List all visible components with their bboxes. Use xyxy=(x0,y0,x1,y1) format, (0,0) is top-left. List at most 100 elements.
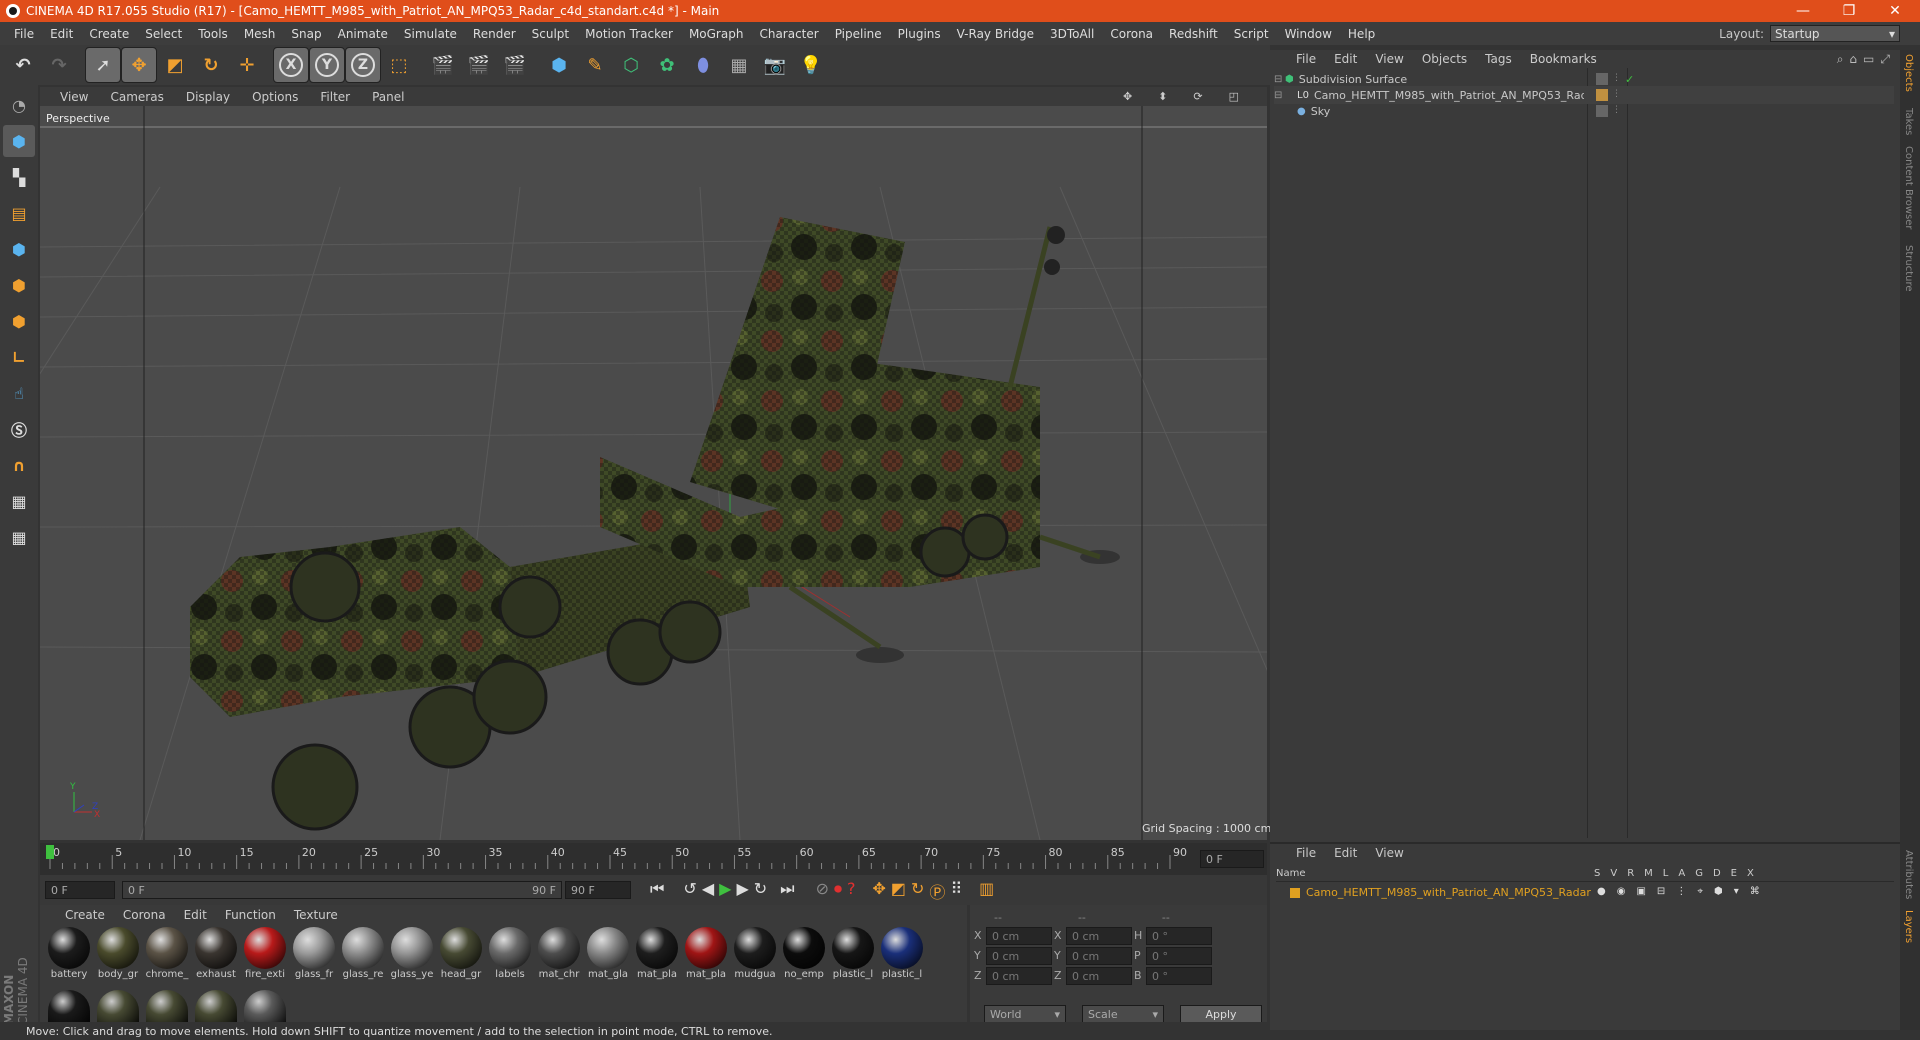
viewport-menu-cameras[interactable]: Cameras xyxy=(110,90,163,104)
manager-icon[interactable]: ⊟ xyxy=(1657,886,1665,897)
expand-toggle-icon[interactable]: ⊟ xyxy=(1274,90,1292,101)
frame-range-slider[interactable]: 0 F 90 F xyxy=(122,881,562,899)
rotate-tool-icon[interactable]: ↻ xyxy=(194,48,228,82)
end-frame-field[interactable]: 90 F xyxy=(565,881,631,899)
material-swatch[interactable]: body_gr xyxy=(95,927,141,980)
solo-mode-icon[interactable]: Ⓢ xyxy=(3,413,35,445)
dolly-view-icon[interactable]: ⬍ xyxy=(1158,90,1167,103)
object-menu-file[interactable]: File xyxy=(1296,52,1316,66)
key-position-icon[interactable]: ✥ xyxy=(872,879,885,903)
material-swatch[interactable]: mat_pla xyxy=(634,927,680,980)
viewport[interactable]: Y Z X xyxy=(40,87,1267,840)
coord-value-field[interactable]: 0 cm xyxy=(986,967,1052,985)
menu-sculpt[interactable]: Sculpt xyxy=(524,27,577,41)
x-axis-lock-icon[interactable]: X xyxy=(273,47,309,83)
object-menu-bookmarks[interactable]: Bookmarks xyxy=(1530,52,1597,66)
redo-icon[interactable]: ↷ xyxy=(42,48,76,82)
cloner-icon[interactable]: ✿ xyxy=(650,48,684,82)
material-menu-edit[interactable]: Edit xyxy=(184,908,207,922)
menu-mograph[interactable]: MoGraph xyxy=(681,27,752,41)
menu-select[interactable]: Select xyxy=(137,27,190,41)
locked-workplane-icon[interactable]: ▦ xyxy=(3,521,35,553)
tab-layers[interactable]: Layers xyxy=(1903,910,1914,943)
current-frame-field[interactable]: 0 F xyxy=(1200,850,1264,868)
next-frame-icon[interactable]: ▶ xyxy=(736,879,748,903)
camera-icon[interactable]: 📷 xyxy=(758,48,792,82)
tab-attributes[interactable]: Attributes xyxy=(1903,850,1914,899)
material-menu-function[interactable]: Function xyxy=(225,908,276,922)
coord-value-field[interactable]: 0 cm xyxy=(1066,967,1132,985)
menu-mesh[interactable]: Mesh xyxy=(236,27,284,41)
size-mode-dropdown[interactable]: Scale ▾ xyxy=(1082,1005,1164,1023)
points-mode-icon[interactable]: ⬢ xyxy=(3,233,35,265)
material-menu-corona[interactable]: Corona xyxy=(123,908,166,922)
layer-row[interactable]: Camo_HEMTT_M985_with_Patriot_AN_MPQ53_Ra… xyxy=(1290,886,1591,899)
render-picture-viewer-icon[interactable]: 🎬 xyxy=(462,48,496,82)
tab-structure[interactable]: Structure xyxy=(1903,245,1914,292)
edges-mode-icon[interactable]: ⬢ xyxy=(3,269,35,301)
material-swatch[interactable]: head_gr xyxy=(438,927,484,980)
object-row[interactable]: ● Sky ⋮ xyxy=(1274,102,1894,120)
menu-redshift[interactable]: Redshift xyxy=(1161,27,1226,41)
coord-value-field[interactable]: 0 ° xyxy=(1146,947,1212,965)
play-icon[interactable]: ▶ xyxy=(719,879,731,903)
material-menu-create[interactable]: Create xyxy=(65,908,105,922)
pan-view-icon[interactable]: ✥ xyxy=(1123,90,1132,103)
subdivision-surface-icon[interactable]: ⬡ xyxy=(614,48,648,82)
material-swatch[interactable]: no_emp xyxy=(781,927,827,980)
layout-dropdown[interactable]: Startup ▾ xyxy=(1770,25,1900,42)
texture-mode-icon[interactable]: ▚ xyxy=(3,161,35,193)
home-icon[interactable]: ⌂ xyxy=(1849,52,1857,67)
layer-menu-edit[interactable]: Edit xyxy=(1334,846,1357,860)
material-swatch[interactable]: chrome_ xyxy=(144,927,190,980)
next-key-icon[interactable]: ↻ xyxy=(754,879,767,903)
menu-render[interactable]: Render xyxy=(465,27,524,41)
coord-value-field[interactable]: 0 cm xyxy=(986,947,1052,965)
viewport-menu-view[interactable]: View xyxy=(60,90,88,104)
visible-eye-icon[interactable]: ◉ xyxy=(1617,886,1626,897)
viewport-menu-filter[interactable]: Filter xyxy=(320,90,350,104)
menu-simulate[interactable]: Simulate xyxy=(396,27,465,41)
goto-start-icon[interactable]: ⏮ xyxy=(650,879,664,903)
object-menu-objects[interactable]: Objects xyxy=(1422,52,1467,66)
coord-value-field[interactable]: 0 cm xyxy=(986,927,1052,945)
material-swatch[interactable]: exhaust xyxy=(193,927,239,980)
render-settings-icon[interactable]: 🎬 xyxy=(498,48,532,82)
rotate-view-icon[interactable]: ⟳ xyxy=(1193,90,1202,103)
lock-icon[interactable]: ⋮ xyxy=(1676,886,1686,897)
polygons-mode-icon[interactable]: ⬢ xyxy=(3,305,35,337)
checkmark-icon[interactable]: ✓ xyxy=(1625,73,1634,86)
maximize-button[interactable]: ❐ xyxy=(1826,0,1872,22)
undo-icon[interactable]: ↶ xyxy=(6,48,40,82)
playhead[interactable] xyxy=(46,845,54,859)
prev-key-icon[interactable]: ↺ xyxy=(683,879,696,903)
floor-icon[interactable]: ▦ xyxy=(722,48,756,82)
goto-end-icon[interactable]: ⏭ xyxy=(780,879,794,903)
menu-character[interactable]: Character xyxy=(751,27,826,41)
material-swatch[interactable]: glass_ye xyxy=(389,927,435,980)
render-icon[interactable]: ▣ xyxy=(1636,886,1645,897)
coordinate-system-icon[interactable]: ⬚ xyxy=(382,48,416,82)
render-view-icon[interactable]: 🎬 xyxy=(426,48,460,82)
menu-window[interactable]: Window xyxy=(1277,27,1340,41)
key-pla-icon[interactable]: ⠿ xyxy=(950,879,962,903)
axis-mode-icon[interactable]: ∟ xyxy=(3,341,35,373)
timeline-ruler[interactable]: 0 5 10 15 20 25 30 35 40 45 50 55 60 65 70 75 80 85 90 0 F xyxy=(40,843,1267,875)
tag-icon[interactable] xyxy=(1596,105,1608,117)
menu-edit[interactable]: Edit xyxy=(42,27,81,41)
coord-system-dropdown[interactable]: World ▾ xyxy=(984,1005,1066,1023)
scale-tool-icon[interactable]: ◩ xyxy=(158,48,192,82)
material-swatch[interactable]: glass_fr xyxy=(291,927,337,980)
coord-value-field[interactable]: 0 cm xyxy=(1066,947,1132,965)
menu-tools[interactable]: Tools xyxy=(190,27,236,41)
coord-value-field[interactable]: 0 cm xyxy=(1066,927,1132,945)
material-swatch[interactable]: glass_re xyxy=(340,927,386,980)
tag-icon[interactable] xyxy=(1596,89,1608,101)
menu-animate[interactable]: Animate xyxy=(330,27,396,41)
key-scale-icon[interactable]: ◩ xyxy=(891,879,906,903)
coord-value-field[interactable]: 0 ° xyxy=(1146,927,1212,945)
menu-motion-tracker[interactable]: Motion Tracker xyxy=(577,27,681,41)
record-keys-icon[interactable]: ⊘ xyxy=(816,879,829,903)
material-swatch[interactable]: mudgua xyxy=(732,927,778,980)
hemtt-truck-model[interactable] xyxy=(190,217,1120,831)
